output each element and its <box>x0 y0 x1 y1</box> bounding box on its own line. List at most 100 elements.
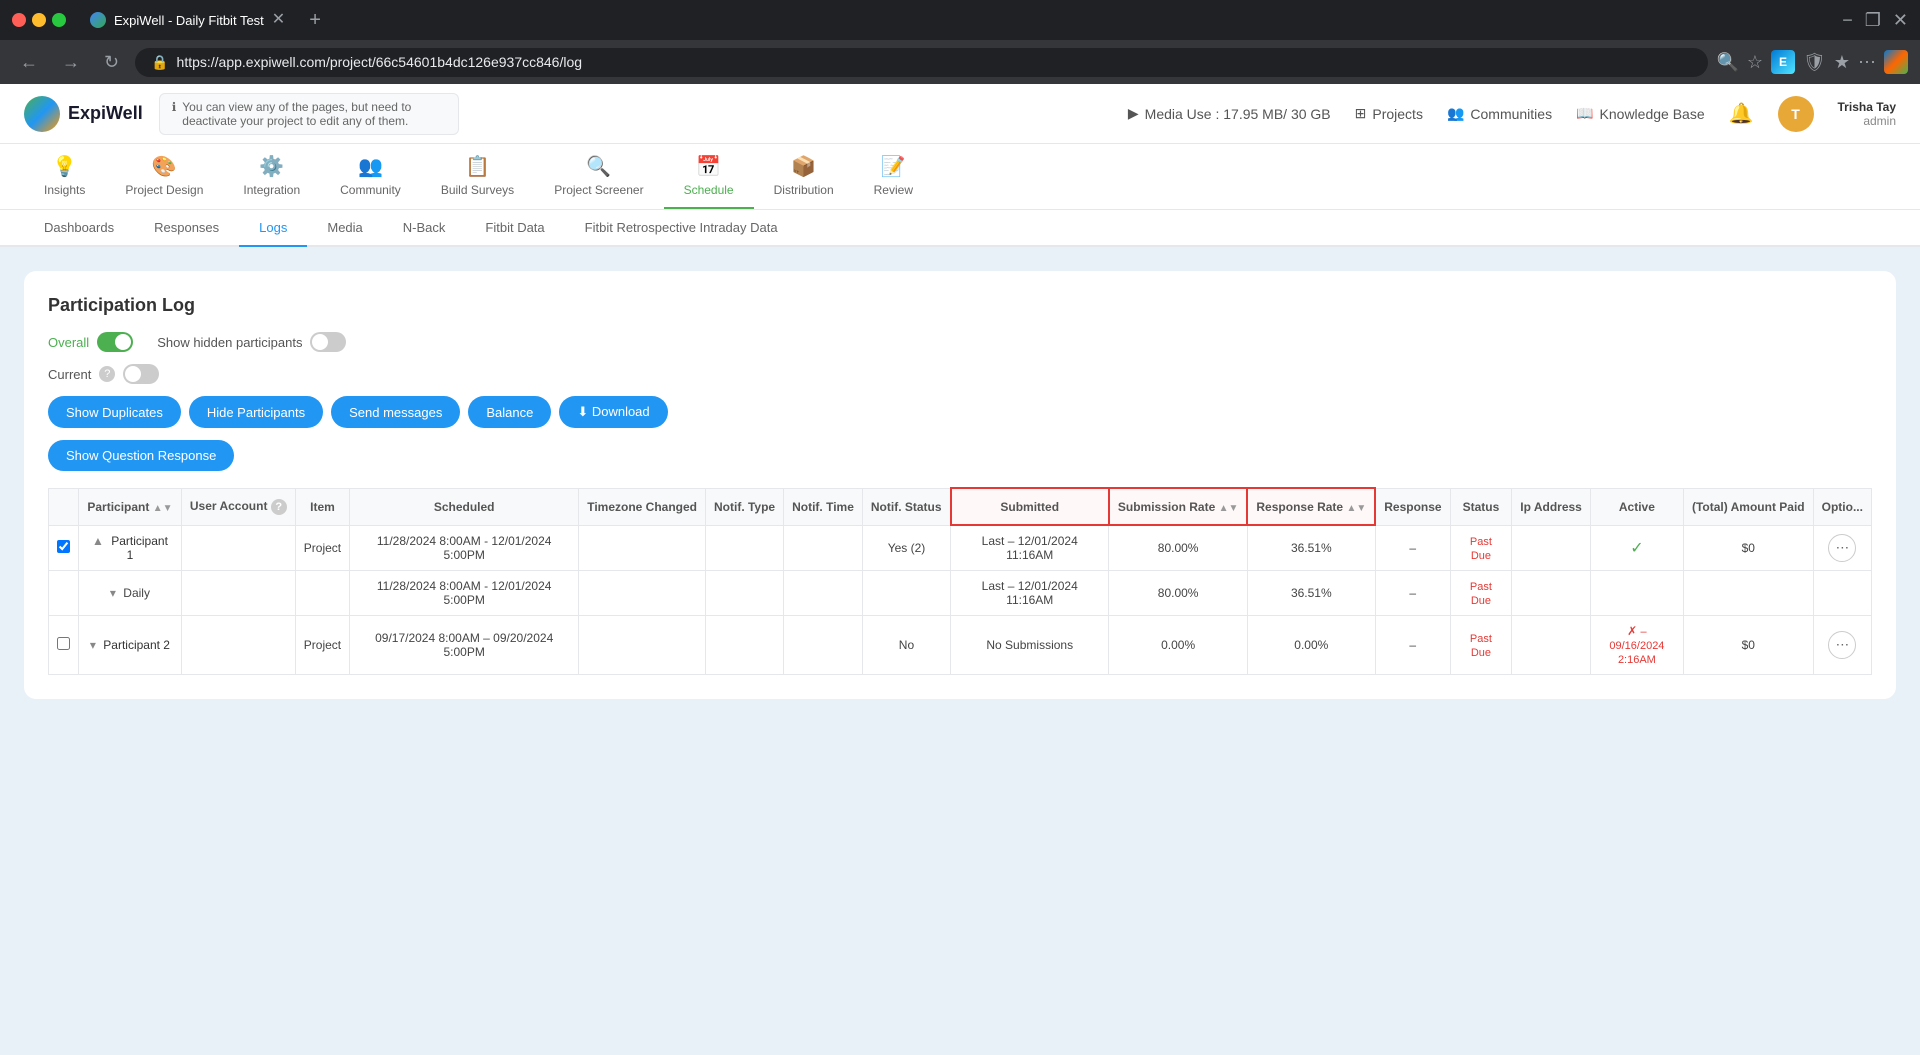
sub-tab-fitbit-data[interactable]: Fitbit Data <box>465 210 564 247</box>
tab-integration[interactable]: ⚙️ Integration <box>223 144 320 209</box>
restore-icon[interactable]: ❐ <box>1865 10 1881 31</box>
col-item: Item <box>295 488 349 525</box>
row2-status-badge: Past Due <box>1470 581 1492 607</box>
response-rate-sort[interactable]: ▲▼ <box>1346 503 1366 514</box>
notification-bell[interactable]: 🔔 <box>1729 101 1754 126</box>
ext1-icon[interactable]: 🛡 <box>1803 52 1826 73</box>
forward-btn[interactable]: → <box>54 48 88 77</box>
row3-checkbox[interactable] <box>57 637 70 650</box>
col-scheduled: Scheduled <box>350 488 579 525</box>
media-use-icon: ▶ <box>1128 105 1139 122</box>
avatar[interactable]: T <box>1778 96 1814 132</box>
logo[interactable]: ExpiWell <box>24 96 143 132</box>
row2-notif-type <box>706 571 784 616</box>
sub-tab-logs[interactable]: Logs <box>239 210 307 247</box>
row1-participant: ▲ Participant 1 <box>79 525 182 571</box>
tab-community[interactable]: 👥 Community <box>320 144 421 209</box>
window-minimize-btn[interactable] <box>32 13 46 27</box>
project-design-label: Project Design <box>125 183 203 197</box>
tab-distribution[interactable]: 📦 Distribution <box>754 144 854 209</box>
current-toggle[interactable] <box>123 364 159 384</box>
send-messages-btn[interactable]: Send messages <box>331 396 460 428</box>
knowledge-base-icon: 📖 <box>1576 105 1593 122</box>
sub-tab-responses[interactable]: Responses <box>134 210 239 247</box>
row3-participant: ▾ Participant 2 <box>79 616 182 675</box>
window-maximize-btn[interactable] <box>52 13 66 27</box>
col-participant-label: Participant <box>87 500 149 514</box>
tab-schedule[interactable]: 📅 Schedule <box>664 144 754 209</box>
tab-review[interactable]: 📝 Review <box>854 144 933 209</box>
section-title: Participation Log <box>48 295 1872 316</box>
search-icon[interactable]: 🔍 <box>1716 52 1738 73</box>
tab-close-btn[interactable]: ✕ <box>272 12 285 28</box>
row1-timezone-changed <box>579 525 706 571</box>
show-duplicates-btn[interactable]: Show Duplicates <box>48 396 181 428</box>
url-bar[interactable]: 🔒 https://app.expiwell.com/project/66c54… <box>135 48 1708 77</box>
row2-ip <box>1512 571 1591 616</box>
tab-project-design[interactable]: 🎨 Project Design <box>105 144 223 209</box>
row3-options-btn[interactable]: ⋯ <box>1828 631 1856 659</box>
table-row: ▾ Daily 11/28/2024 8:00AM - 12/01/2024 5… <box>49 571 1872 616</box>
window-close-btn[interactable] <box>12 13 26 27</box>
edge-logo <box>1884 50 1908 74</box>
row3-active-date: – 09/16/20242:16AM <box>1609 626 1664 666</box>
participant-sort[interactable]: ▲▼ <box>153 503 173 514</box>
row1-expand-icon[interactable]: ▲ <box>92 534 104 548</box>
table-row: ▲ Participant 1 Project 11/28/2024 8:00A… <box>49 525 1872 571</box>
col-options: Optio... <box>1813 488 1871 525</box>
communities-nav[interactable]: 👥 Communities <box>1447 105 1552 122</box>
edge-icon: E <box>1771 50 1795 74</box>
row2-expand-icon[interactable]: ▾ <box>110 586 116 600</box>
ext2-icon[interactable]: ★ <box>1834 52 1850 73</box>
tab-build-surveys[interactable]: 📋 Build Surveys <box>421 144 534 209</box>
current-toggle-group: Current ? <box>48 364 159 384</box>
row1-options-btn[interactable]: ⋯ <box>1828 534 1856 562</box>
download-btn[interactable]: ⬇ Download <box>559 396 667 428</box>
row3-expand-icon[interactable]: ▾ <box>90 638 96 652</box>
build-surveys-label: Build Surveys <box>441 183 514 197</box>
new-tab-btn[interactable]: + <box>305 5 325 36</box>
current-label: Current <box>48 367 91 382</box>
active-tab[interactable]: ExpiWell - Daily Fitbit Test ✕ <box>74 2 301 38</box>
col-participant[interactable]: Participant ▲▼ <box>79 488 182 525</box>
sub-tab-fitbit-retrospective[interactable]: Fitbit Retrospective Intraday Data <box>565 210 798 247</box>
star-icon[interactable]: ☆ <box>1747 52 1763 73</box>
sub-tab-dashboards[interactable]: Dashboards <box>24 210 134 247</box>
sub-tab-n-back[interactable]: N-Back <box>383 210 466 247</box>
media-use-nav[interactable]: ▶ Media Use : 17.95 MB/ 30 GB <box>1128 105 1331 122</box>
col-response: Response <box>1375 488 1450 525</box>
tab-insights[interactable]: 💡 Insights <box>24 144 105 209</box>
user-info: Trisha Tay admin <box>1838 100 1896 128</box>
sub-tab-media[interactable]: Media <box>307 210 382 247</box>
row2-user-account <box>181 571 295 616</box>
knowledge-base-nav[interactable]: 📖 Knowledge Base <box>1576 105 1705 122</box>
projects-nav[interactable]: ⊞ Projects <box>1355 105 1423 122</box>
row2-participant: ▾ Daily <box>79 571 182 616</box>
close-icon[interactable]: ✕ <box>1893 10 1908 31</box>
current-help-icon[interactable]: ? <box>99 366 115 382</box>
show-question-response-btn[interactable]: Show Question Response <box>48 440 234 471</box>
back-btn[interactable]: ← <box>12 48 46 77</box>
balance-btn[interactable]: Balance <box>468 396 551 428</box>
hide-participants-btn[interactable]: Hide Participants <box>189 396 323 428</box>
row2-submission-rate: 80.00% <box>1109 571 1248 616</box>
col-submission-rate[interactable]: Submission Rate ▲▼ <box>1109 488 1248 525</box>
user-account-help[interactable]: ? <box>271 499 287 515</box>
tab-project-screener[interactable]: 🔍 Project Screener <box>534 144 663 209</box>
tab-favicon <box>90 12 106 28</box>
minimize-icon[interactable]: − <box>1842 10 1853 31</box>
more-icon[interactable]: ⋯ <box>1858 52 1876 73</box>
refresh-btn[interactable]: ↻ <box>96 48 127 77</box>
overall-toggle[interactable] <box>97 332 133 352</box>
current-toggle-row: Current ? <box>48 364 1872 384</box>
hidden-label: Show hidden participants <box>157 335 302 350</box>
row2-response: – <box>1375 571 1450 616</box>
col-response-rate[interactable]: Response Rate ▲▼ <box>1247 488 1375 525</box>
row1-checkbox[interactable] <box>57 540 70 553</box>
submission-rate-sort[interactable]: ▲▼ <box>1219 503 1239 514</box>
nav-tabs: 💡 Insights 🎨 Project Design ⚙️ Integrati… <box>0 144 1920 210</box>
row3-response: – <box>1375 616 1450 675</box>
projects-label: Projects <box>1372 106 1423 122</box>
hidden-toggle[interactable] <box>310 332 346 352</box>
participation-table-wrapper: Participant ▲▼ User Account ? Item Sched… <box>48 487 1872 675</box>
